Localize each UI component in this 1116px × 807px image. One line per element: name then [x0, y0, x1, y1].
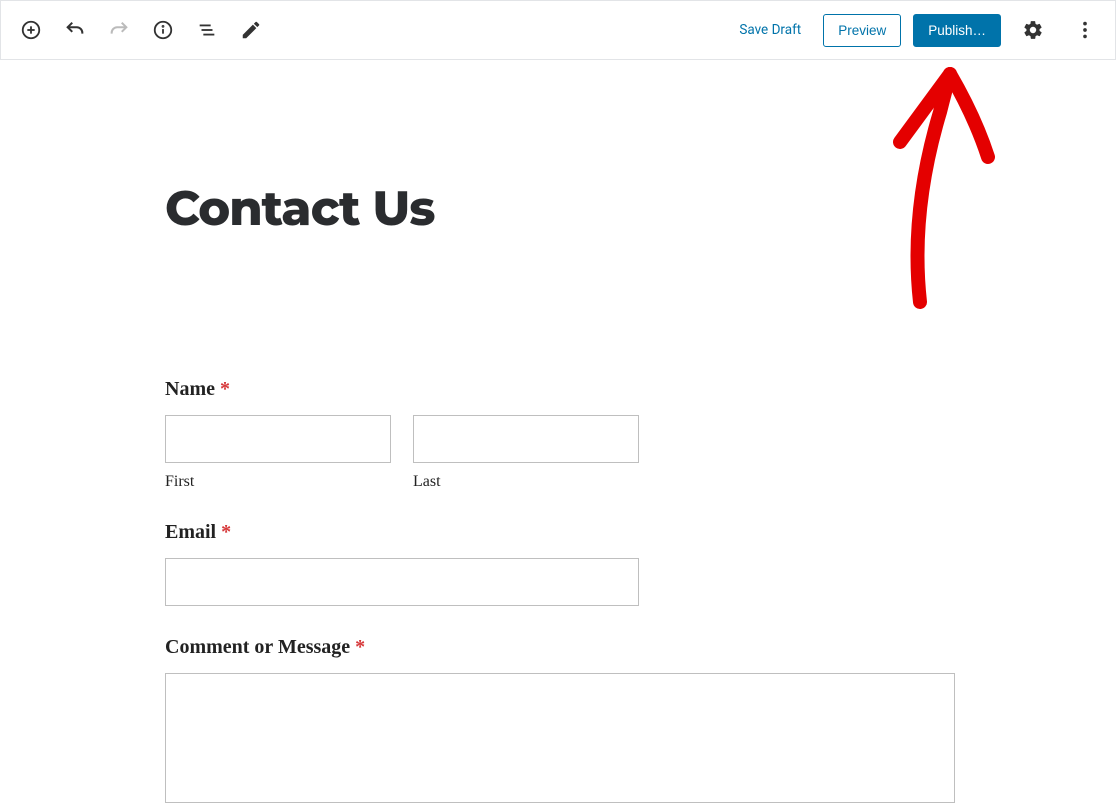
page-title[interactable]: Contact Us [165, 180, 1116, 238]
add-block-button[interactable] [11, 10, 51, 50]
undo-button[interactable] [55, 10, 95, 50]
outline-button[interactable] [187, 10, 227, 50]
last-name-input[interactable] [413, 415, 639, 463]
redo-icon [108, 19, 130, 41]
info-button[interactable] [143, 10, 183, 50]
gear-icon [1022, 19, 1044, 41]
message-label-text: Comment or Message [165, 636, 350, 658]
more-options-button[interactable] [1065, 10, 1105, 50]
name-label: Name * [165, 378, 1116, 401]
editor-content: Contact Us Name * First Last Email * Com… [0, 60, 1116, 807]
toolbar-left-group [11, 10, 271, 50]
toolbar-right-group: Save Draft Preview Publish… [729, 10, 1105, 50]
email-field: Email * [165, 521, 1116, 606]
edit-button[interactable] [231, 10, 271, 50]
undo-icon [64, 19, 86, 41]
first-name-column: First [165, 415, 391, 491]
editor-toolbar: Save Draft Preview Publish… [0, 0, 1116, 60]
name-label-text: Name [165, 378, 215, 400]
email-label-text: Email [165, 521, 216, 543]
redo-button[interactable] [99, 10, 139, 50]
message-textarea[interactable] [165, 673, 955, 803]
save-draft-button[interactable]: Save Draft [729, 14, 811, 46]
preview-button[interactable]: Preview [823, 14, 901, 47]
message-field: Comment or Message * [165, 636, 1116, 807]
required-marker: * [220, 378, 230, 400]
message-label: Comment or Message * [165, 636, 1116, 659]
list-icon [196, 19, 218, 41]
email-label: Email * [165, 521, 1116, 544]
first-name-sublabel: First [165, 473, 391, 491]
info-circle-icon [152, 19, 174, 41]
name-field: Name * First Last [165, 378, 1116, 491]
more-vertical-icon [1074, 19, 1096, 41]
publish-button[interactable]: Publish… [913, 14, 1001, 47]
pencil-icon [240, 19, 262, 41]
last-name-column: Last [413, 415, 639, 491]
plus-circle-icon [20, 19, 42, 41]
first-name-input[interactable] [165, 415, 391, 463]
settings-button[interactable] [1013, 10, 1053, 50]
required-marker: * [221, 521, 231, 543]
email-input[interactable] [165, 558, 639, 606]
name-row: First Last [165, 415, 1116, 491]
required-marker: * [355, 636, 365, 658]
last-name-sublabel: Last [413, 473, 639, 491]
